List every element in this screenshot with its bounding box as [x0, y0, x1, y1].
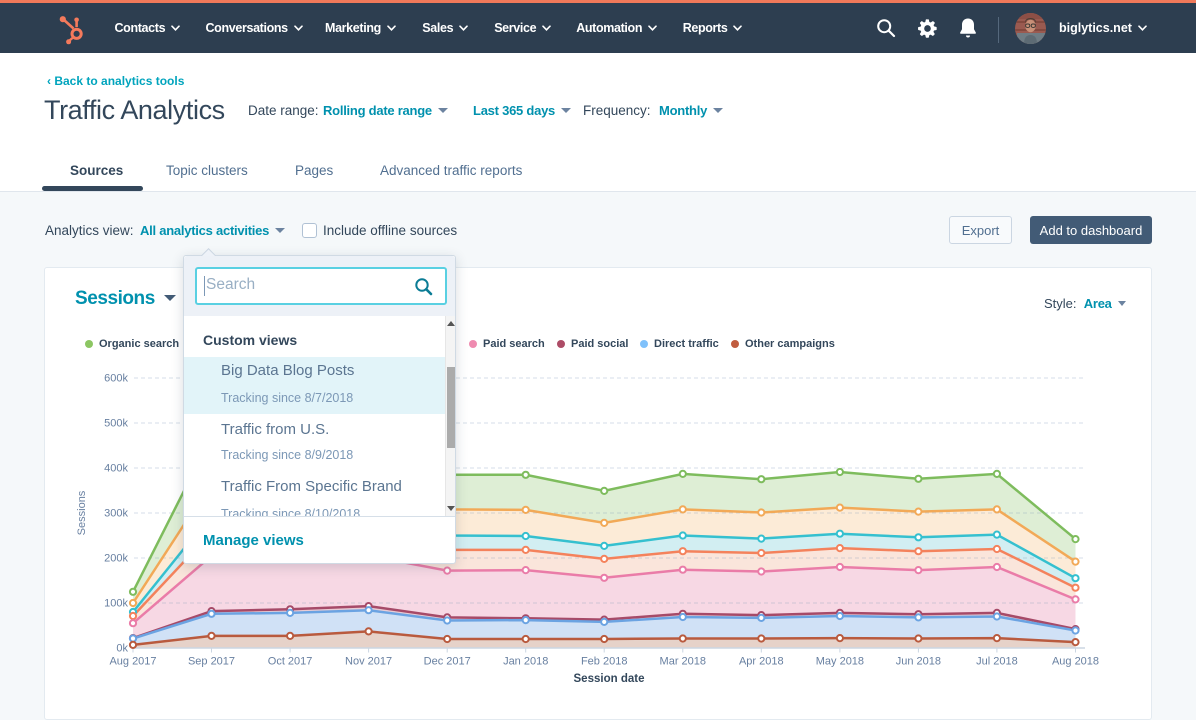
svg-text:May 2018: May 2018: [816, 656, 864, 668]
svg-text:Nov 2017: Nov 2017: [345, 656, 392, 668]
svg-text:300k: 300k: [104, 508, 128, 520]
svg-text:Oct 2017: Oct 2017: [268, 656, 313, 668]
svg-text:100k: 100k: [104, 598, 128, 610]
svg-text:Dec 2017: Dec 2017: [424, 656, 471, 668]
svg-text:400k: 400k: [104, 463, 128, 475]
svg-text:500k: 500k: [104, 418, 128, 430]
svg-text:200k: 200k: [104, 553, 128, 565]
svg-text:Mar 2018: Mar 2018: [660, 656, 706, 668]
svg-text:0k: 0k: [116, 643, 128, 655]
svg-text:Sessions: Sessions: [76, 490, 88, 535]
svg-text:Aug 2018: Aug 2018: [1052, 656, 1099, 668]
svg-text:Jan 2018: Jan 2018: [503, 656, 548, 668]
svg-text:Feb 2018: Feb 2018: [581, 656, 627, 668]
svg-text:Session date: Session date: [574, 673, 645, 685]
svg-text:Apr 2018: Apr 2018: [739, 656, 784, 668]
svg-text:Jul 2018: Jul 2018: [976, 656, 1018, 668]
svg-text:Jun 2018: Jun 2018: [896, 656, 941, 668]
svg-text:600k: 600k: [104, 373, 128, 385]
svg-text:Aug 2017: Aug 2017: [109, 656, 156, 668]
svg-text:Sep 2017: Sep 2017: [188, 656, 235, 668]
